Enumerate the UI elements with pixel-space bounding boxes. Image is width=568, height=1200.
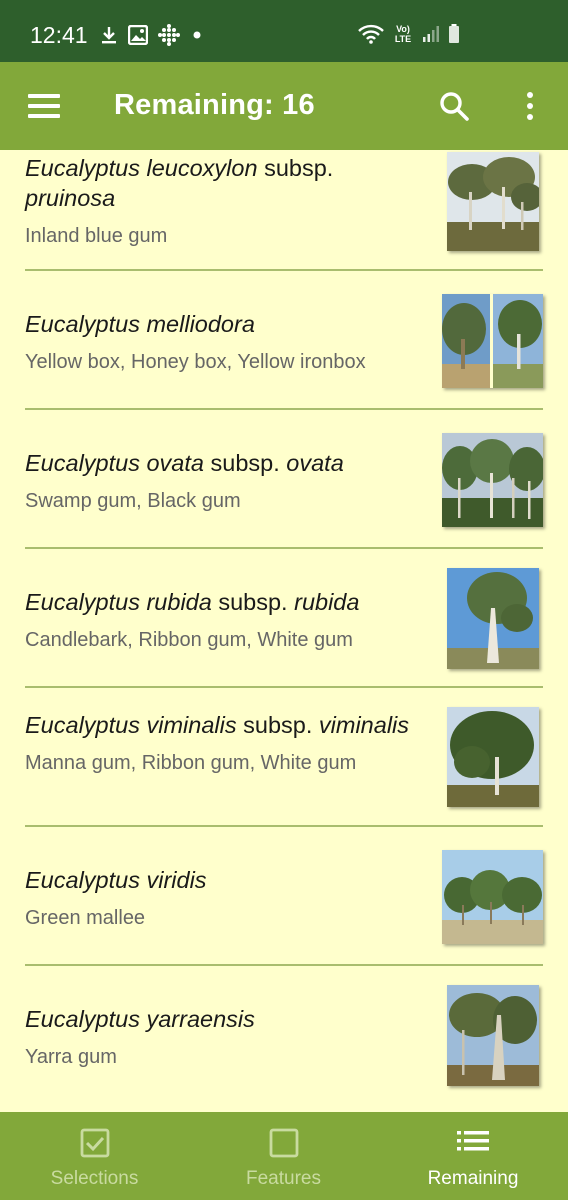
species-list: Eucalyptus leucoxylon subsp. pruinosa In… (0, 150, 568, 1112)
volte-icon: Vo) LTE (392, 24, 414, 44)
search-icon[interactable] (438, 90, 470, 122)
hamburger-menu-icon[interactable] (28, 94, 60, 118)
status-time: 12:41 (30, 22, 88, 48)
species-thumbnail (442, 850, 543, 944)
nav-remaining[interactable]: Remaining (378, 1112, 568, 1200)
species-thumbnail (447, 152, 539, 251)
battery-icon (449, 24, 459, 43)
species-thumbnail (447, 568, 539, 669)
app-bar: Remaining: 16 (0, 62, 568, 150)
download-icon (102, 27, 116, 44)
common-name: Yellow box, Honey box, Yellow ironbox (25, 351, 366, 373)
wifi-icon (358, 24, 384, 44)
list-icon (457, 1131, 489, 1151)
nav-label: Features (246, 1168, 321, 1189)
signal-icon (423, 26, 439, 42)
status-bar: 12:41 Vo) LTE (0, 0, 568, 62)
species-thumbnail (447, 707, 539, 807)
species-thumbnail (447, 985, 539, 1086)
nav-label: Remaining (427, 1168, 519, 1189)
scientific-name: Eucalyptus ovata subsp. ovata (25, 450, 344, 476)
volte-label-bottom: LTE (394, 34, 412, 44)
common-name: Green mallee (25, 907, 146, 929)
checkbox-checked-icon (80, 1128, 109, 1158)
checkbox-empty-icon (269, 1128, 298, 1158)
common-name: Swamp gum, Black gum (25, 490, 241, 512)
list-item-ovata[interactable]: Eucalyptus ovata subsp. ovata Swamp gum,… (0, 410, 568, 549)
nav-selections[interactable]: Selections (0, 1112, 189, 1200)
nav-label: Selections (50, 1168, 139, 1189)
more-vert-icon[interactable] (520, 90, 540, 122)
species-thumbnail (442, 433, 543, 527)
image-icon (128, 25, 148, 45)
scientific-name: Eucalyptus yarraensis (25, 1006, 255, 1032)
bottom-navigation: Selections Features Remaining (0, 1112, 568, 1200)
common-name: Candlebark, Ribbon gum, White gum (25, 629, 353, 651)
dot-icon (193, 31, 201, 39)
scientific-name: Eucalyptus viridis (25, 867, 207, 893)
page-title: Remaining: 16 (114, 89, 315, 121)
list-item-viridis[interactable]: Eucalyptus viridis Green mallee (0, 827, 568, 966)
list-item-viminalis[interactable]: Eucalyptus viminalis subsp. viminalis Ma… (0, 688, 568, 827)
scientific-name: Eucalyptus viminalis subsp. viminalis (25, 712, 410, 738)
nav-features[interactable]: Features (189, 1112, 378, 1200)
list-item-melliodora[interactable]: Eucalyptus melliodora Yellow box, Honey … (0, 271, 568, 410)
common-name: Inland blue gum (25, 225, 168, 247)
scientific-name: Eucalyptus leucoxylon subsp. pruinosa (25, 155, 334, 211)
list-item-rubida[interactable]: Eucalyptus rubida subsp. rubida Candleba… (0, 549, 568, 688)
dots-grid-icon (158, 24, 180, 46)
species-thumbnail (442, 294, 543, 388)
list-item-yarraensis[interactable]: Eucalyptus yarraensis Yarra gum (0, 966, 568, 1104)
list-item-leucoxylon[interactable]: Eucalyptus leucoxylon subsp. pruinosa In… (0, 150, 568, 271)
common-name: Yarra gum (25, 1046, 117, 1068)
scientific-name: Eucalyptus melliodora (25, 311, 255, 337)
volte-label-top: Vo) (396, 24, 410, 34)
scientific-name: Eucalyptus rubida subsp. rubida (25, 589, 360, 615)
common-name: Manna gum, Ribbon gum, White gum (25, 752, 357, 774)
